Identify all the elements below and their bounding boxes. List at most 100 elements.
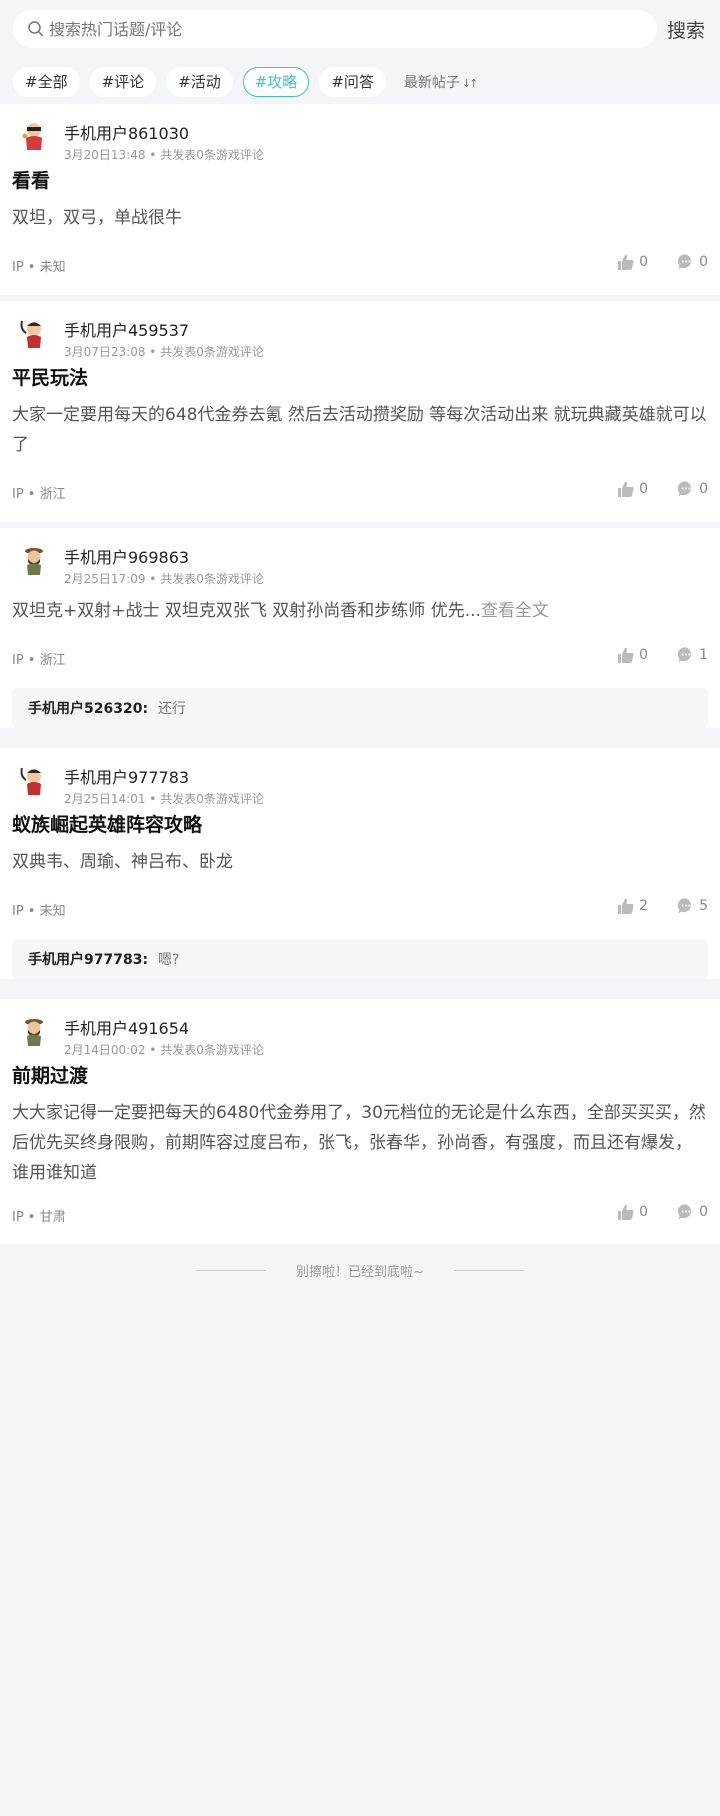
tag-all[interactable]: #全部 — [13, 67, 80, 97]
comment-bubble-icon — [677, 1204, 692, 1220]
comment-bubble-icon — [677, 254, 692, 270]
post-content[interactable]: 大大家记得一定要把每天的6480代金券用了，30元档位的无论是什么东西，全部买买… — [12, 1098, 708, 1188]
post-title[interactable]: 蚁族崛起英雄阵容攻略 — [12, 812, 708, 838]
like-button[interactable]: 2 — [617, 897, 648, 915]
comment-button[interactable]: 0 — [677, 480, 708, 498]
post-header: 手机用户977783 2月25日14:01 • 共发表0条游戏评论 — [12, 748, 708, 812]
search-box[interactable] — [13, 10, 657, 48]
post-header: 手机用户491654 2月14日00:02 • 共发表0条游戏评论 — [12, 999, 708, 1063]
tag-comment[interactable]: #评论 — [89, 67, 157, 97]
comment-button[interactable]: 5 — [677, 897, 708, 915]
comment-button[interactable]: 0 — [677, 1203, 708, 1221]
thumbs-up-icon — [618, 1204, 634, 1220]
post-meta: 2月14日00:02 • 共发表0条游戏评论 — [64, 1043, 264, 1057]
reply-username[interactable]: 手机用户526320: — [28, 698, 148, 718]
comment-count: 0 — [699, 1204, 708, 1220]
post-meta: 3月20日13:48 • 共发表0条游戏评论 — [64, 148, 264, 162]
post-footer: IP • 甘肃 0 0 — [12, 1188, 708, 1244]
post-card[interactable]: 手机用户491654 2月14日00:02 • 共发表0条游戏评论 前期过渡 大… — [0, 999, 720, 1244]
tag-filter-row: #全部 #评论 #活动 #攻略 #问答 最新帖子 ↓↑ — [13, 67, 720, 97]
ip-location: IP • 未知 — [12, 904, 66, 919]
post-meta: 2月25日17:09 • 共发表0条游戏评论 — [64, 572, 264, 586]
thumbs-up-icon — [618, 254, 634, 270]
thumbs-up-icon — [618, 647, 634, 663]
post-meta: 3月07日23:08 • 共发表0条游戏评论 — [64, 345, 264, 359]
username[interactable]: 手机用户977783 — [64, 764, 189, 788]
like-count: 2 — [639, 898, 648, 914]
avatar[interactable] — [16, 542, 52, 578]
sort-button[interactable]: 最新帖子 ↓↑ — [403, 72, 479, 92]
username[interactable]: 手机用户969863 — [64, 544, 189, 568]
comment-bubble-icon — [677, 898, 692, 914]
tag-event[interactable]: #活动 — [166, 67, 233, 97]
reply-preview[interactable]: 手机用户977783: 嗯? — [12, 939, 708, 979]
post-content[interactable]: 双坦克+双射+战士 双坦克双张飞 双射孙尚香和步练师 优先...查看全文 — [12, 596, 708, 626]
post-footer: IP • 浙江 0 0 — [12, 460, 708, 522]
like-button[interactable]: 0 — [617, 253, 648, 271]
search-button[interactable]: 搜索 — [667, 16, 705, 43]
like-button[interactable]: 0 — [617, 646, 648, 664]
username[interactable]: 手机用户861030 — [64, 120, 189, 144]
post-meta: 2月25日14:01 • 共发表0条游戏评论 — [64, 792, 264, 806]
post-card[interactable]: 手机用户969863 2月25日17:09 • 共发表0条游戏评论 双坦克+双射… — [0, 528, 720, 728]
top-bar: 搜索 #全部 #评论 #活动 #攻略 #问答 最新帖子↓↑ — [0, 0, 720, 104]
comment-count: 5 — [699, 898, 708, 914]
search-row: 搜索 — [13, 10, 720, 48]
sort-label: 最新帖子 — [403, 75, 460, 91]
post-title[interactable]: 平民玩法 — [12, 365, 708, 391]
post-footer: IP • 未知 2 5 — [12, 877, 708, 939]
search-icon — [28, 21, 44, 37]
like-count: 0 — [639, 481, 648, 497]
ip-location: IP • 浙江 — [12, 653, 66, 668]
post-card[interactable]: 手机用户977783 2月25日14:01 • 共发表0条游戏评论 蚁族崛起英雄… — [0, 748, 720, 979]
avatar[interactable] — [16, 118, 52, 154]
post-content-text: 双坦克+双射+战士 双坦克双张飞 双射孙尚香和步练师 优先... — [12, 601, 481, 621]
ip-location: IP • 未知 — [12, 260, 66, 275]
post-content[interactable]: 双坦，双弓，单战很牛 — [12, 203, 708, 233]
like-button[interactable]: 0 — [617, 480, 648, 498]
comment-button[interactable]: 1 — [677, 646, 708, 664]
ip-location: IP • 甘肃 — [12, 1210, 66, 1225]
comment-count: 0 — [699, 254, 708, 270]
read-more-link[interactable]: 查看全文 — [481, 601, 549, 621]
reply-preview[interactable]: 手机用户526320: 还行 — [12, 688, 708, 728]
like-button[interactable]: 0 — [617, 1203, 648, 1221]
divider-right — [453, 1269, 524, 1271]
like-count: 0 — [639, 1204, 648, 1220]
sort-arrows-icon: ↓↑ — [461, 77, 479, 90]
comment-count: 1 — [699, 647, 708, 663]
reply-username[interactable]: 手机用户977783: — [28, 949, 148, 969]
username[interactable]: 手机用户491654 — [64, 1015, 189, 1039]
username[interactable]: 手机用户459537 — [64, 317, 189, 341]
thumbs-up-icon — [618, 481, 634, 497]
post-header: 手机用户459537 3月07日23:08 • 共发表0条游戏评论 — [12, 301, 708, 365]
tag-qa[interactable]: #问答 — [319, 67, 386, 97]
avatar[interactable] — [16, 315, 52, 351]
post-title[interactable]: 前期过渡 — [12, 1063, 708, 1089]
reply-text: 嗯? — [158, 952, 180, 968]
comment-count: 0 — [699, 481, 708, 497]
thumbs-up-icon — [618, 898, 634, 914]
post-card[interactable]: 手机用户861030 3月20日13:48 • 共发表0条游戏评论 看看 双坦，… — [0, 104, 720, 295]
post-content[interactable]: 大家一定要用每天的648代金券去氪 然后去活动攒奖励 等每次活动出来 就玩典藏英… — [12, 400, 708, 460]
end-of-list-tip: 别擦啦！已经到底啦~ — [0, 1250, 720, 1290]
post-content[interactable]: 双典韦、周瑜、神吕布、卧龙 — [12, 847, 708, 877]
post-header: 手机用户969863 2月25日17:09 • 共发表0条游戏评论 — [12, 528, 708, 592]
avatar[interactable] — [16, 1013, 52, 1049]
ip-location: IP • 浙江 — [12, 487, 66, 502]
post-footer: IP • 浙江 0 1 — [12, 626, 708, 688]
search-input[interactable] — [49, 19, 609, 39]
post-header: 手机用户861030 3月20日13:48 • 共发表0条游戏评论 — [12, 104, 708, 168]
post-card[interactable]: 手机用户459537 3月07日23:08 • 共发表0条游戏评论 平民玩法 大… — [0, 301, 720, 522]
post-footer: IP • 未知 0 0 — [12, 233, 708, 295]
reply-text: 还行 — [158, 701, 187, 717]
avatar[interactable] — [16, 762, 52, 798]
tag-guide[interactable]: #攻略 — [242, 67, 310, 97]
end-tip-text: 别擦啦！已经到底啦~ — [296, 1264, 424, 1280]
like-count: 0 — [639, 647, 648, 663]
divider-left — [196, 1269, 267, 1271]
comment-bubble-icon — [677, 481, 692, 497]
comment-button[interactable]: 0 — [677, 253, 708, 271]
like-count: 0 — [639, 254, 648, 270]
post-title[interactable]: 看看 — [12, 168, 708, 194]
